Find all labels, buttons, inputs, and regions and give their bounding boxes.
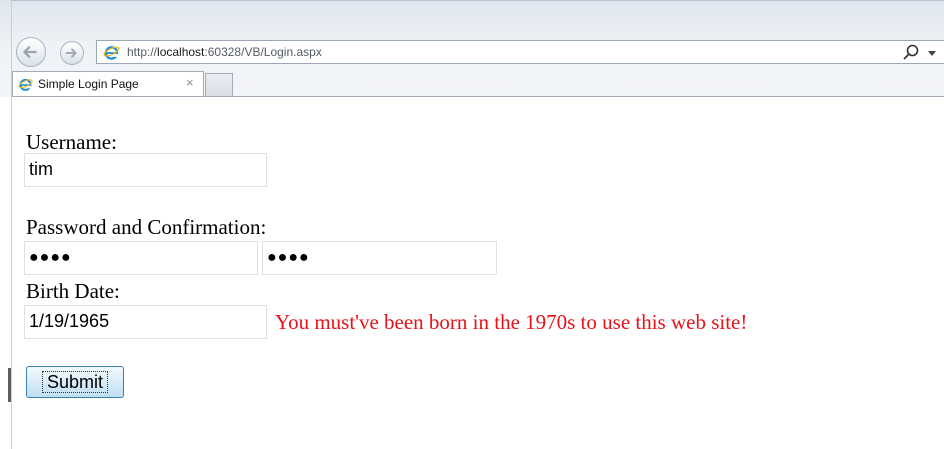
- back-button[interactable]: [16, 37, 46, 67]
- page-content: Username: tim Password and Confirmation:…: [12, 97, 944, 449]
- url-prefix: http://: [127, 45, 158, 59]
- search-icon[interactable]: [903, 44, 919, 60]
- tab-simple-login-page[interactable]: Simple Login Page ×: [12, 71, 204, 97]
- new-tab-button[interactable]: [205, 73, 233, 97]
- back-arrow-icon: [23, 46, 37, 58]
- browser-chrome: http://localhost:60328/VB/Login.aspx Sim…: [0, 0, 944, 97]
- birthdate-label: Birth Date:: [26, 279, 120, 303]
- username-input[interactable]: tim: [24, 153, 267, 187]
- birthdate-error-message: You must've been born in the 1970s to us…: [275, 310, 748, 334]
- forward-button[interactable]: [60, 41, 84, 65]
- address-bar[interactable]: http://localhost:60328/VB/Login.aspx: [96, 40, 944, 64]
- chrome-top-border: [12, 0, 944, 1]
- chevron-down-icon[interactable]: [928, 51, 936, 56]
- url-path: :60328/VB/Login.aspx: [204, 45, 322, 59]
- forward-arrow-icon: [65, 48, 77, 58]
- submit-button[interactable]: Submit: [26, 366, 124, 398]
- password-label: Password and Confirmation:: [26, 215, 267, 239]
- url-host: localhost: [157, 45, 205, 59]
- username-label: Username:: [26, 130, 117, 154]
- window-edge-shadow: [8, 368, 11, 402]
- address-url[interactable]: http://localhost:60328/VB/Login.aspx: [127, 45, 322, 59]
- confirm-password-input[interactable]: ●●●●: [262, 241, 497, 275]
- close-tab-icon[interactable]: ×: [186, 75, 194, 90]
- password-input[interactable]: ●●●●: [24, 241, 258, 275]
- ie-logo-icon: [103, 46, 120, 60]
- ie-logo-icon: [18, 78, 33, 91]
- tab-title: Simple Login Page: [38, 77, 139, 91]
- birthdate-input[interactable]: 1/19/1965: [24, 305, 267, 339]
- submit-label: Submit: [41, 371, 109, 393]
